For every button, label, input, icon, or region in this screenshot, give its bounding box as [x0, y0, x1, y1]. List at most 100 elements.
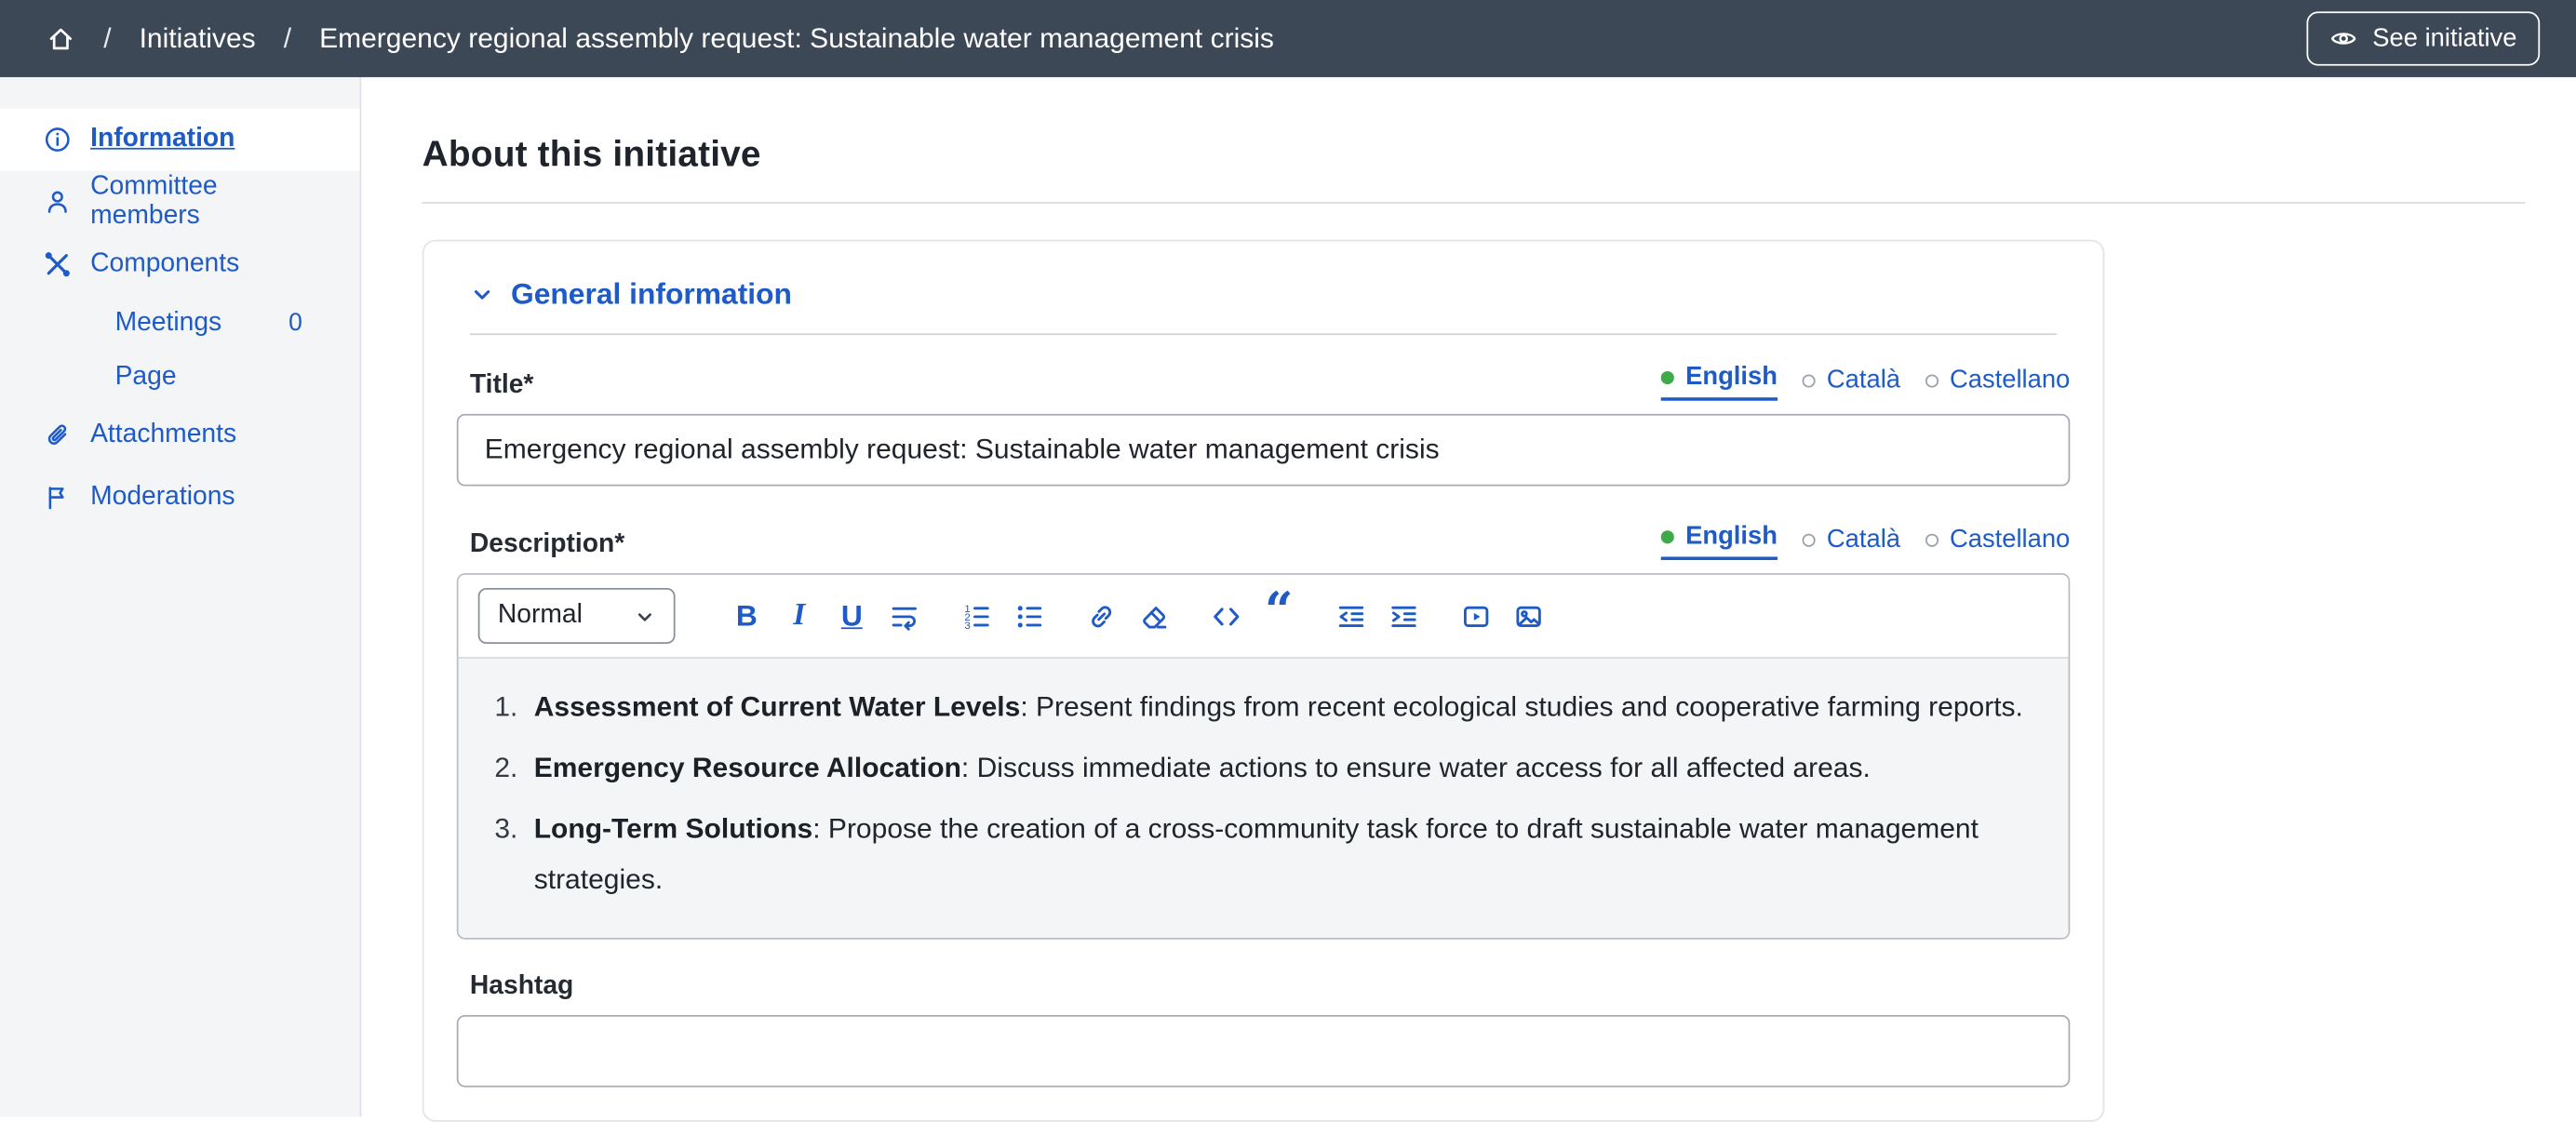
sidebar-item-label: Meetings — [115, 308, 222, 338]
italic-icon[interactable]: I — [777, 592, 822, 641]
section-divider — [470, 333, 2057, 335]
app-window: / Initiatives / Emergency regional assem… — [0, 0, 2576, 1116]
sidebar-item-components[interactable]: Components — [0, 234, 360, 296]
section-title: General information — [511, 277, 792, 312]
link-icon[interactable] — [1080, 592, 1124, 641]
sidebar-item-attachments[interactable]: Attachments — [0, 404, 360, 466]
title-field-label: Title* — [470, 371, 534, 401]
breadcrumb-initiatives-link[interactable]: Initiatives — [140, 22, 256, 55]
list-text-bold: Long-Term Solutions — [534, 813, 813, 845]
clear-format-icon[interactable] — [1132, 592, 1176, 641]
meetings-count-badge: 0 — [288, 309, 302, 337]
list-text-bold: Assessment of Current Water Levels — [534, 691, 1021, 723]
video-icon[interactable] — [1454, 592, 1498, 641]
page-title: About this initiative — [423, 133, 2526, 176]
underline-icon[interactable]: U — [829, 592, 874, 641]
hashtag-input[interactable] — [457, 1015, 2071, 1088]
sidebar-item-committee-members[interactable]: Committee members — [0, 171, 360, 234]
paragraph-style-dropdown[interactable]: Normal — [478, 588, 676, 644]
quote-icon[interactable]: “ — [1256, 592, 1301, 641]
unordered-list-icon[interactable] — [1007, 592, 1052, 641]
sidebar-item-meetings[interactable]: Meetings 0 — [0, 296, 360, 350]
list-text: Emergency Resource Allocation: Discuss i… — [534, 742, 1871, 794]
hashtag-field-label: Hashtag — [470, 972, 2070, 1002]
language-tabs: English Català Castellano — [1661, 522, 2071, 560]
list-item: 2. Emergency Resource Allocation: Discus… — [494, 742, 2032, 794]
active-language-dot-icon — [1661, 530, 1674, 543]
list-number: 2. — [494, 742, 533, 794]
list-item: 1. Assessment of Current Water Levels: P… — [494, 682, 2032, 733]
sidebar-item-label: Components — [90, 249, 239, 279]
sidebar-item-label: Information — [90, 125, 235, 154]
description-label-row: Description* English Català Castellan — [457, 522, 2071, 560]
sidebar-item-label: Moderations — [90, 483, 235, 513]
breadcrumb-separator: / — [103, 22, 111, 55]
list-text: Long-Term Solutions: Propose the creatio… — [534, 803, 2033, 904]
lang-tab-castellano[interactable]: Castellano — [1925, 526, 2071, 560]
language-tabs: English Català Castellano — [1661, 363, 2071, 401]
paperclip-icon — [43, 421, 73, 450]
title-label-row: Title* English Català Castellano — [457, 363, 2071, 401]
general-information-card: General information Title* English Catal… — [423, 240, 2105, 1122]
image-icon[interactable] — [1507, 592, 1551, 641]
lang-label: Català — [1827, 367, 1900, 396]
main-content: About this initiative General informatio… — [361, 77, 2576, 1116]
lang-label: English — [1685, 363, 1778, 393]
lang-tab-english[interactable]: English — [1661, 363, 1778, 401]
lang-label: Català — [1827, 526, 1900, 555]
bold-icon[interactable]: B — [725, 592, 770, 641]
ordered-list: 1. Assessment of Current Water Levels: P… — [494, 682, 2032, 905]
lang-tab-castellano[interactable]: Castellano — [1925, 367, 2071, 401]
svg-text:3: 3 — [964, 620, 970, 631]
inactive-language-dot-icon — [1925, 374, 1939, 387]
flag-icon — [43, 483, 73, 513]
editor-toolbar: Normal B I U 123 — [459, 575, 2069, 659]
lang-label: Castellano — [1950, 526, 2070, 555]
active-language-dot-icon — [1661, 371, 1674, 384]
sidebar: Information Committee members Components… — [0, 77, 361, 1116]
inactive-language-dot-icon — [1925, 534, 1939, 547]
topbar: / Initiatives / Emergency regional assem… — [0, 0, 2576, 77]
components-icon — [43, 249, 73, 279]
list-number: 1. — [494, 682, 533, 733]
indent-increase-icon[interactable] — [1382, 592, 1427, 641]
chevron-down-icon — [634, 606, 655, 627]
sidebar-item-label: Attachments — [90, 421, 236, 450]
inactive-language-dot-icon — [1802, 534, 1815, 547]
list-text-bold: Emergency Resource Allocation — [534, 753, 961, 784]
see-initiative-label: See initiative — [2372, 24, 2516, 54]
lang-label: English — [1685, 522, 1778, 552]
description-field-label: Description* — [470, 530, 624, 560]
list-item: 3. Long-Term Solutions: Propose the crea… — [494, 803, 2032, 904]
sidebar-item-label: Committee members — [90, 172, 333, 232]
text-wrap-icon[interactable] — [882, 592, 927, 641]
sidebar-item-label: Page — [115, 362, 177, 392]
sidebar-item-moderations[interactable]: Moderations — [0, 466, 360, 528]
lang-tab-catala[interactable]: Català — [1802, 526, 1900, 560]
inactive-language-dot-icon — [1802, 374, 1815, 387]
list-text: Assessment of Current Water Levels: Pres… — [534, 682, 2023, 733]
sidebar-item-information[interactable]: Information — [0, 109, 360, 171]
ordered-list-icon[interactable]: 123 — [955, 592, 1000, 641]
sidebar-item-page[interactable]: Page — [0, 350, 360, 404]
eye-icon — [2329, 24, 2357, 52]
rich-text-editor: Normal B I U 123 — [457, 573, 2071, 940]
list-number: 3. — [494, 803, 533, 904]
indent-decrease-icon[interactable] — [1329, 592, 1374, 641]
list-text-rest: : Present findings from recent ecologica… — [1020, 691, 2023, 723]
page-body: Information Committee members Components… — [0, 77, 2576, 1116]
people-icon — [43, 187, 73, 217]
lang-label: Castellano — [1950, 367, 2070, 396]
breadcrumb-separator: / — [284, 22, 291, 55]
chevron-down-icon — [470, 283, 494, 307]
editor-content[interactable]: 1. Assessment of Current Water Levels: P… — [459, 659, 2069, 938]
lang-tab-catala[interactable]: Català — [1802, 367, 1900, 401]
code-icon[interactable] — [1204, 592, 1249, 641]
breadcrumb-current-page: Emergency regional assembly request: Sus… — [319, 22, 1274, 55]
lang-tab-english[interactable]: English — [1661, 522, 1778, 560]
info-icon — [43, 125, 73, 154]
home-icon[interactable] — [46, 24, 75, 54]
general-information-header[interactable]: General information — [470, 277, 2057, 312]
see-initiative-button[interactable]: See initiative — [2307, 11, 2540, 65]
title-input[interactable] — [457, 414, 2071, 487]
